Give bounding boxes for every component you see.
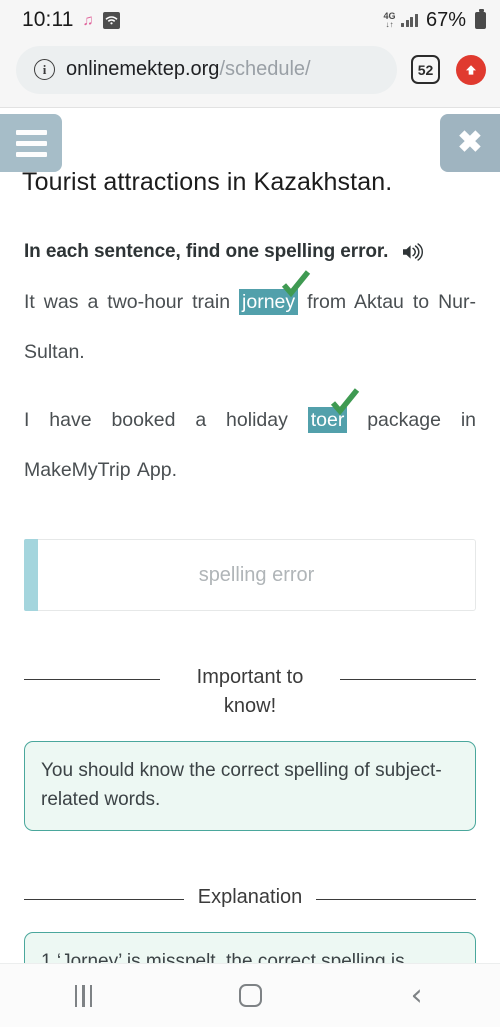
phone-screen: 10:11 ♫ 4G ↓↑ 67% i onlinemektep.org/sch… [0, 0, 500, 1027]
home-icon [238, 984, 262, 1007]
url-path: /schedule/ [219, 58, 311, 80]
music-note-icon: ♫ [82, 11, 94, 29]
important-section-header: Important to know! [24, 663, 476, 721]
android-nav-bar: ‹ [0, 963, 500, 1027]
wifi-icon [102, 11, 120, 29]
menu-icon-bar [15, 151, 47, 157]
highlighted-word-2[interactable]: toer [307, 388, 360, 434]
address-bar[interactable]: i onlinemektep.org/schedule/ [16, 45, 397, 94]
browser-toolbar: i onlinemektep.org/schedule/ 52 [0, 40, 500, 108]
recent-apps-button[interactable] [0, 984, 167, 1007]
close-button[interactable]: ✖ [440, 114, 500, 172]
explanation-info-text: 1.‘Jorney’ is misspelt, the correct spel… [41, 951, 405, 963]
sentence-1-before: It was a two-hour train [24, 291, 240, 313]
battery-icon [475, 8, 486, 29]
status-bar-right: 4G ↓↑ 67% [383, 8, 486, 32]
url-text: onlinemektep.org/schedule/ [66, 58, 311, 81]
explanation-section-header: Explanation [24, 883, 476, 912]
tab-count-label: 52 [417, 61, 434, 78]
url-domain: onlinemektep.org [66, 58, 220, 80]
divider-rule-left [24, 899, 184, 900]
answer-row [24, 539, 476, 611]
network-arrows-label: ↓↑ [385, 19, 394, 29]
highlighted-word-2-text: toer [310, 409, 345, 431]
info-icon[interactable]: i [34, 59, 55, 80]
highlighted-word-1-text: jorney [242, 291, 296, 313]
home-button[interactable] [167, 984, 334, 1007]
divider-rule-right [316, 899, 476, 900]
explanation-section-label: Explanation [197, 886, 303, 908]
signal-bars-icon [401, 13, 418, 27]
status-bar-clock: 10:11 [22, 8, 74, 31]
up-arrow-icon [466, 64, 476, 75]
input-accent-bar [24, 539, 38, 611]
android-status-bar: 10:11 ♫ 4G ↓↑ 67% [0, 0, 500, 40]
back-button[interactable]: ‹ [333, 977, 500, 1013]
instruction-row: In each sentence, find one spelling erro… [24, 241, 476, 263]
web-page-viewport: ✖ Tourist attractions in Kazakhstan. In … [0, 108, 500, 963]
page-top-buttons: ✖ [0, 108, 500, 174]
answer-input[interactable] [38, 539, 476, 611]
scroll-to-top-button[interactable] [456, 54, 486, 85]
info-icon-glyph: i [42, 61, 47, 77]
status-bar-left: 10:11 ♫ [22, 8, 120, 32]
menu-button[interactable] [0, 114, 62, 172]
lesson-content: In each sentence, find one spelling erro… [0, 241, 500, 963]
highlighted-word-1[interactable]: jorney [239, 270, 311, 316]
important-info-box: You should know the correct spelling of … [24, 741, 476, 831]
back-icon: ‹ [410, 977, 423, 1013]
important-info-text: You should know the correct spelling of … [41, 760, 442, 810]
speaker-icon[interactable] [402, 243, 424, 261]
divider-rule-right [340, 679, 476, 680]
divider-rule-left [24, 679, 160, 680]
menu-icon-bar [15, 140, 47, 146]
close-icon: ✖ [457, 126, 483, 159]
important-section-label: Important to know! [196, 666, 304, 717]
instruction-text: In each sentence, find one spelling erro… [24, 241, 389, 262]
tab-switcher-button[interactable]: 52 [411, 55, 440, 84]
sentence-2: I have booked a holiday toer package in … [24, 388, 476, 495]
network-type-icon: 4G ↓↑ [383, 11, 395, 29]
battery-percent-label: 67% [425, 8, 466, 31]
recent-apps-icon [74, 984, 93, 1007]
sentence-1: It was a two-hour train jorney from Akta… [24, 270, 476, 377]
menu-icon-bar [15, 129, 47, 135]
explanation-info-box: 1.‘Jorney’ is misspelt, the correct spel… [24, 932, 476, 963]
sentence-2-before: I have booked a holiday [24, 409, 308, 431]
